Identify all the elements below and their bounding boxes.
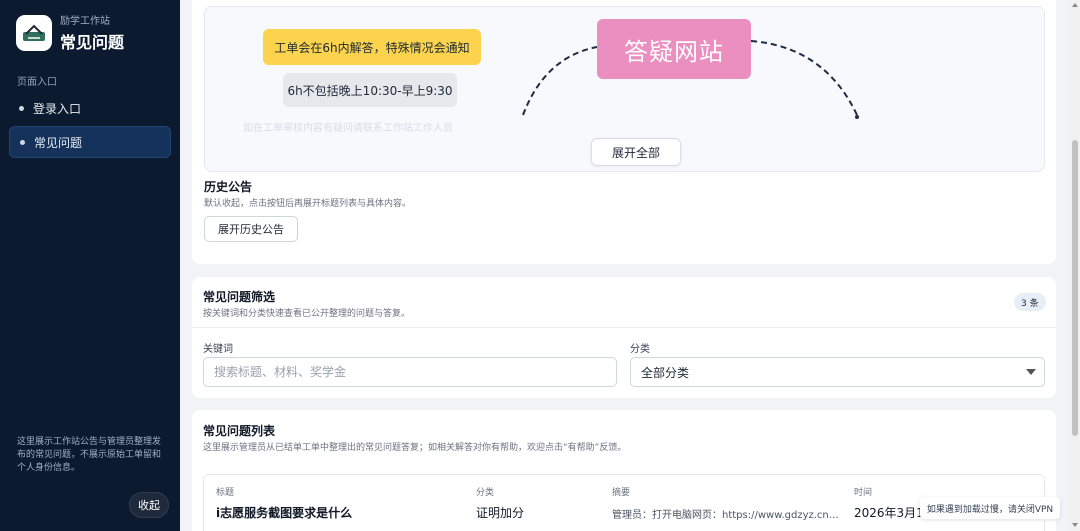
faded-notice-text: 如在工单审核内容有疑问请联系工作站工作人员 [243,123,453,134]
scroll-down-icon[interactable] [1072,523,1078,527]
announcement-card: 工单会在6h内解答，特殊情况会通知 6h不包括晚上10:30-早上9:30 答疑… [192,0,1056,264]
brand-title: 常见问题 [60,33,125,52]
row-summary: 管理员：打开电脑网页：https://www.gdzyz.cn/登... [612,510,840,521]
faq-list-subtitle: 这里展示管理员从已结单工单中整理出的常见问题答复；如相关解答对你有帮助，欢迎点击… [203,443,627,453]
column-header-title: 标题 [216,488,235,498]
category-select-value: 全部分类 [641,365,690,380]
history-title: 历史公告 [204,180,253,194]
bullet-icon [20,139,25,145]
faq-table: 标题 分类 摘要 时间 i志愿服务截图要求是什么 证明加分 管理员：打开电脑网页… [203,474,1045,531]
logo-icon [21,19,47,46]
divider [192,327,1056,328]
main-content: 工单会在6h内解答，特殊情况会通知 6h不包括晚上10:30-早上9:30 答疑… [180,0,1080,531]
row-title[interactable]: i志愿服务截图要求是什么 [216,504,352,521]
sidebar-item-login[interactable]: 登录入口 [9,92,171,124]
sidebar: 励学工作站 常见问题 页面入口 登录入口 常见问题 这里展示工作站公告与管理员整… [0,0,180,531]
brand-subtitle: 励学工作站 [60,16,110,27]
sidebar-item-label: 常见问题 [34,135,83,150]
category-select[interactable]: 全部分类 [630,357,1045,387]
column-header-category: 分类 [476,488,495,498]
keyword-search-input[interactable] [203,357,617,387]
category-label: 分类 [630,344,650,355]
notice-gray-tag: 6h不包括晚上10:30-早上9:30 [283,73,457,107]
keyword-label: 关键词 [203,344,233,355]
sidebar-note: 这里展示工作站公告与管理员整理发布的常见问题，不展示原始工单留和个人身份信息。 [17,437,162,473]
faq-list-title: 常见问题列表 [203,424,276,438]
history-subtitle: 默认收起，点击按钮后再展开标题列表与具体内容。 [204,199,412,209]
vpn-toast: 如果遇到加载过慢，请关闭VPN [920,497,1060,519]
column-header-time: 时间 [854,488,873,498]
collapse-button[interactable]: 收起 [129,492,169,518]
scroll-up-icon[interactable] [1072,3,1078,7]
section-label: 页面入口 [17,77,57,88]
filter-card: 常见问题筛选 按关键词和分类快速查看已公开整理的问题与答复。 3 条 关键词 分… [192,277,1056,398]
scrollbar[interactable] [1070,0,1080,531]
sidebar-item-faq[interactable]: 常见问题 [9,126,171,158]
brand: 励学工作站 常见问题 [16,12,124,53]
announcement-poster: 工单会在6h内解答，特殊情况会通知 6h不包括晚上10:30-早上9:30 答疑… [204,6,1045,172]
expand-all-button[interactable]: 展开全部 [591,138,681,166]
logo [16,14,52,51]
caret-down-icon [1026,369,1036,375]
filter-title: 常见问题筛选 [203,290,276,304]
row-category: 证明加分 [476,506,525,520]
scroll-thumb[interactable] [1072,140,1078,436]
qa-site-box: 答疑网站 [597,19,751,79]
column-header-summary: 摘要 [612,488,631,498]
count-badge: 3 条 [1014,293,1046,311]
expand-history-button[interactable]: 展开历史公告 [204,216,298,242]
sidebar-item-label: 登录入口 [33,101,82,116]
filter-subtitle: 按关键词和分类快速查看已公开整理的问题与答复。 [203,309,411,319]
bullet-icon [19,105,24,111]
notice-yellow-tag: 工单会在6h内解答，特殊情况会通知 [263,29,481,65]
